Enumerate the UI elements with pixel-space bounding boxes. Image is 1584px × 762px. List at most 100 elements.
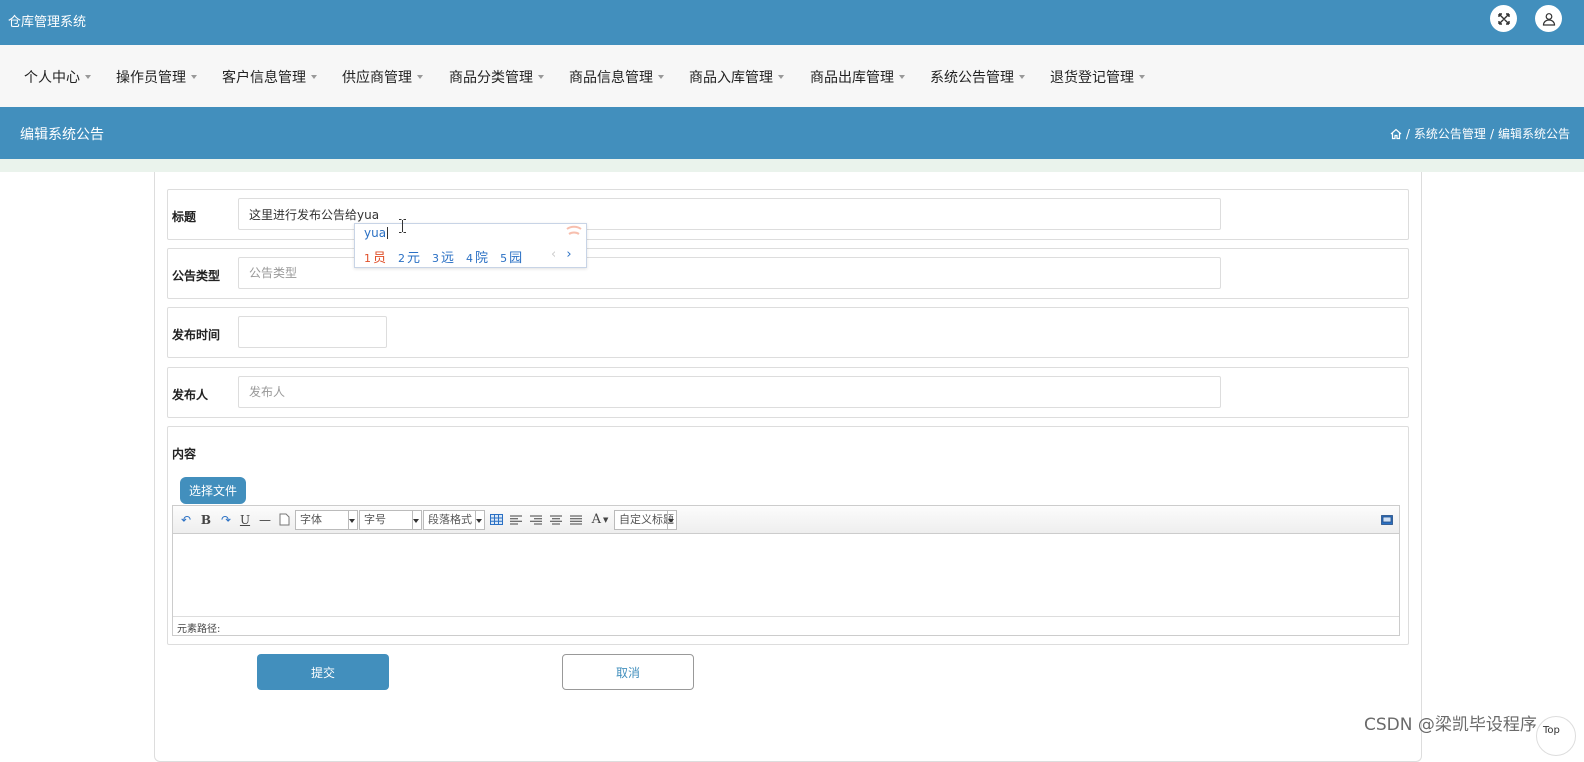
ime-candidate-char: 院 xyxy=(475,251,489,266)
underline-button[interactable]: U xyxy=(238,511,252,528)
caret-down-icon xyxy=(1139,75,1145,79)
ime-logo-icon xyxy=(566,225,582,235)
breadcrumb-item[interactable]: 系统公告管理 xyxy=(1414,125,1486,142)
text-cursor-icon xyxy=(399,219,406,233)
align-left-icon[interactable] xyxy=(509,511,523,528)
nav-item-label: 退货登记管理 xyxy=(1050,70,1134,86)
ime-candidate-number: 4 xyxy=(466,252,474,265)
horizontal-rule-icon[interactable]: — xyxy=(258,511,272,528)
align-center-icon[interactable] xyxy=(549,511,563,528)
nav-item-operators[interactable]: 操作员管理 xyxy=(116,67,197,87)
nav-item-label: 操作员管理 xyxy=(116,70,186,86)
editor-toolbar: ↶ B ↷ U — 字体 字号 段落格式 A ▼ 自定义标题 xyxy=(173,506,1399,534)
fullscreen-icon xyxy=(1497,12,1510,25)
caret-down-icon xyxy=(778,75,784,79)
app-title: 仓库管理系统 xyxy=(8,15,87,30)
ime-candidate-char: 园 xyxy=(509,251,523,266)
breadcrumb-item: 编辑系统公告 xyxy=(1497,127,1570,141)
ime-candidate[interactable]: 4院 xyxy=(466,247,488,266)
breadcrumb-separator: / xyxy=(1489,126,1494,141)
ime-prev-page-icon[interactable]: ‹ xyxy=(551,247,556,262)
paragraph-format-select[interactable]: 段落格式 xyxy=(423,510,485,530)
nav-item-label: 商品出库管理 xyxy=(810,70,894,86)
nav-item-categories[interactable]: 商品分类管理 xyxy=(449,67,544,87)
watermark: CSDN @梁凯毕设程序 xyxy=(1364,715,1537,735)
editor-content-area[interactable] xyxy=(173,534,1399,616)
nav-item-stock-out[interactable]: 商品出库管理 xyxy=(810,67,905,87)
caret-down-icon xyxy=(191,75,197,79)
select-label: 字号 xyxy=(364,513,386,526)
caret-down-icon xyxy=(1019,75,1025,79)
ime-candidate-number: 2 xyxy=(398,252,406,265)
time-row: 发布时间 xyxy=(167,307,1409,358)
redo-icon[interactable]: ↷ xyxy=(219,511,233,528)
ime-next-page-icon[interactable]: › xyxy=(566,247,571,262)
custom-title-select[interactable]: 自定义标题 xyxy=(614,510,677,530)
table-icon[interactable] xyxy=(489,511,503,528)
rich-text-editor: ↶ B ↷ U — 字体 字号 段落格式 A ▼ 自定义标题 元素路径: xyxy=(172,505,1400,636)
editor-element-path: 元素路径: xyxy=(173,616,1399,635)
bold-button[interactable]: B xyxy=(199,511,213,528)
header-strip xyxy=(0,159,1584,172)
nav-item-personal-center[interactable]: 个人中心 xyxy=(24,67,91,87)
nav-item-label: 个人中心 xyxy=(24,70,80,86)
back-to-top-button[interactable]: Top xyxy=(1536,716,1576,756)
user-icon xyxy=(1542,12,1555,26)
select-label: 段落格式 xyxy=(428,513,472,526)
select-label: 自定义标题 xyxy=(619,513,674,526)
nav-item-customers[interactable]: 客户信息管理 xyxy=(222,67,317,87)
breadcrumb-separator: / xyxy=(1405,126,1410,141)
nav-item-products[interactable]: 商品信息管理 xyxy=(569,67,664,87)
ime-candidate[interactable]: 5园 xyxy=(500,247,522,266)
align-justify-icon[interactable] xyxy=(569,511,583,528)
ime-pager: ‹ › xyxy=(551,247,572,262)
caret-down-icon xyxy=(417,75,423,79)
nav-item-label: 客户信息管理 xyxy=(222,70,306,86)
caret-down-icon: ▼ xyxy=(603,515,609,524)
publisher-input[interactable] xyxy=(238,376,1221,408)
select-label: 字体 xyxy=(300,513,322,526)
ime-candidate-number: 5 xyxy=(500,252,508,265)
nav-item-label: 商品信息管理 xyxy=(569,70,653,86)
font-color-button[interactable]: A ▼ xyxy=(589,511,611,528)
font-family-select[interactable]: 字体 xyxy=(295,510,358,530)
new-document-icon[interactable] xyxy=(277,511,291,528)
main-nav: 个人中心 操作员管理 客户信息管理 供应商管理 商品分类管理 商品信息管理 商品… xyxy=(0,45,1584,107)
breadcrumb: / 系统公告管理 / 编辑系统公告 xyxy=(1390,125,1570,142)
home-icon[interactable] xyxy=(1390,128,1402,140)
ime-candidate-list: 1员 2元 3远 4院 5园 xyxy=(364,247,522,266)
ime-candidate[interactable]: 1员 xyxy=(364,247,386,266)
caret-down-icon xyxy=(85,75,91,79)
nav-item-label: 商品分类管理 xyxy=(449,70,533,86)
nav-item-suppliers[interactable]: 供应商管理 xyxy=(342,67,423,87)
undo-icon[interactable]: ↶ xyxy=(179,511,193,528)
submit-button[interactable]: 提交 xyxy=(257,654,389,690)
ime-candidate[interactable]: 2元 xyxy=(398,247,420,266)
time-input[interactable] xyxy=(238,316,387,348)
ime-candidate[interactable]: 3远 xyxy=(432,247,454,266)
nav-item-stock-in[interactable]: 商品入库管理 xyxy=(689,67,784,87)
nav-item-label: 系统公告管理 xyxy=(930,70,1014,86)
caret-down-icon xyxy=(538,75,544,79)
page-header: 编辑系统公告 / 系统公告管理 / 编辑系统公告 xyxy=(0,107,1584,159)
nav-item-label: 供应商管理 xyxy=(342,70,412,86)
cancel-button[interactable]: 取消 xyxy=(562,654,694,690)
ime-candidate-char: 元 xyxy=(407,251,421,266)
choose-file-button[interactable]: 选择文件 xyxy=(180,477,246,504)
content-label: 内容 xyxy=(172,447,197,461)
ime-candidate-popup: yua 1员 2元 3远 4院 5园 ‹ › xyxy=(354,223,587,268)
ime-candidate-char: 员 xyxy=(373,251,387,266)
font-size-select[interactable]: 字号 xyxy=(359,510,422,530)
ime-candidate-number: 3 xyxy=(432,252,440,265)
user-button[interactable] xyxy=(1535,5,1562,32)
fullscreen-button[interactable] xyxy=(1490,5,1517,32)
page-title: 编辑系统公告 xyxy=(20,127,104,143)
caret-down-icon xyxy=(899,75,905,79)
nav-item-announcements[interactable]: 系统公告管理 xyxy=(930,67,1025,87)
nav-item-returns[interactable]: 退货登记管理 xyxy=(1050,67,1145,87)
font-color-label: A xyxy=(591,512,601,527)
fullscreen-editor-icon[interactable] xyxy=(1380,511,1394,528)
align-right-icon[interactable] xyxy=(529,511,543,528)
caret-down-icon xyxy=(311,75,317,79)
publisher-label: 发布人 xyxy=(172,388,209,402)
